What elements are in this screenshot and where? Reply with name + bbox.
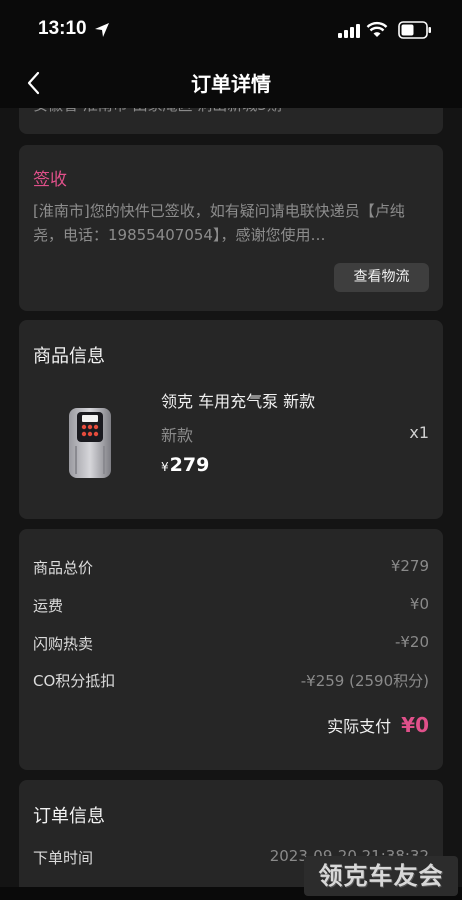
delivery-status: 签收 [33, 170, 67, 190]
order-time-label: 下单时间 [33, 849, 94, 867]
price-currency-symbol: ¥ [161, 460, 169, 474]
cost-row-flash-sale: 闪购热卖 -¥20 [33, 633, 429, 657]
cost-label: CO积分抵扣 [33, 672, 116, 690]
delivery-message: [淮南市]您的快件已签收，如有疑问请电联快递员【卢纯尧，电话：198554070… [33, 202, 405, 244]
product-quantity: x1 [409, 423, 429, 442]
product-variant: 新款 [161, 426, 194, 445]
view-logistics-button[interactable]: 查看物流 [334, 263, 429, 292]
cost-value: -¥259 (2590积分) [300, 672, 429, 690]
cellular-signal-icon [338, 24, 360, 38]
battery-icon [398, 21, 431, 39]
product-price: ¥279 [161, 454, 209, 476]
actual-payment-label: 实际支付 [327, 717, 392, 736]
actual-payment-row: 实际支付 ¥0 [327, 713, 429, 743]
cost-card: 商品总价 ¥279 运费 ¥0 闪购热卖 -¥20 CO积分抵扣 -¥259 (… [19, 529, 443, 770]
cost-label: 运费 [33, 597, 64, 615]
nav-bar: 订单详情 [0, 58, 462, 108]
price-amount: 279 [169, 454, 210, 476]
actual-payment-value: ¥0 [401, 713, 429, 737]
cost-row-points-deduction: CO积分抵扣 -¥259 (2590积分) [33, 670, 429, 694]
delivery-card: 签收 [淮南市]您的快件已签收，如有疑问请电联快递员【卢纯尧，电话：198554… [19, 145, 443, 311]
cost-label: 闪购热卖 [33, 635, 94, 653]
status-bar: 13:10 [0, 0, 462, 58]
cost-value: ¥0 [409, 595, 429, 613]
cost-row-shipping: 运费 ¥0 [33, 595, 429, 619]
location-arrow-icon [95, 23, 109, 37]
order-section-title: 订单信息 [33, 806, 105, 827]
air-pump-product-image[interactable] [65, 402, 117, 482]
cost-label: 商品总价 [33, 559, 94, 577]
cost-row-subtotal: 商品总价 ¥279 [33, 557, 429, 581]
status-time: 13:10 [38, 18, 87, 39]
product-name[interactable]: 领克 车用充气泵 新款 [161, 388, 315, 412]
cost-value: ¥279 [390, 557, 429, 575]
cost-value: -¥20 [394, 633, 429, 651]
wifi-icon [366, 21, 388, 37]
watermark: 领克车友会 [304, 856, 458, 896]
goods-card: 商品信息 领克 车用充气泵 新款 新款 x1 ¥279 [19, 320, 443, 519]
page-title: 订单详情 [191, 72, 271, 96]
goods-section-title: 商品信息 [33, 346, 105, 367]
